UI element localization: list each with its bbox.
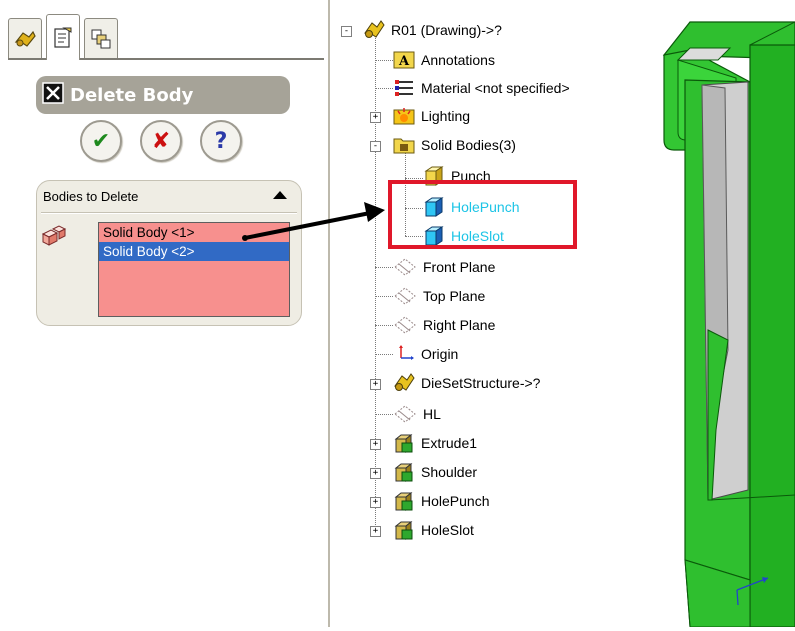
configuration-manager-icon (91, 29, 111, 48)
tree-item-top-plane[interactable]: Top Plane (393, 285, 485, 307)
manager-tabs (8, 14, 324, 60)
tree-item-holepunch-feature[interactable]: HolePunch (393, 490, 490, 512)
lighting-icon (393, 108, 415, 125)
tree-item-label: Material <not specified> (421, 80, 570, 96)
expand-button[interactable]: + (370, 497, 381, 508)
plane-icon (394, 316, 416, 334)
action-buttons: ✔ ✘ ? (80, 120, 260, 162)
annotations-icon: A (393, 51, 415, 69)
feature-manager-tree: - R01 (Drawing)->? A Annotations Materia… (335, 0, 655, 627)
tree-connector (375, 354, 393, 355)
expand-button[interactable]: + (370, 379, 381, 390)
tree-item-annotations[interactable]: A Annotations (393, 49, 495, 71)
delete-body-icon (42, 81, 64, 109)
tree-item-material[interactable]: Material <not specified> (393, 77, 570, 99)
list-item[interactable]: Solid Body <1> (99, 223, 289, 242)
tree-connector (375, 267, 393, 268)
tree-item-right-plane[interactable]: Right Plane (393, 314, 495, 336)
plane-icon (394, 405, 416, 423)
tree-item-label: Extrude1 (421, 435, 478, 451)
solid-bodies-icon (41, 224, 67, 252)
tree-item-label: HolePunch (421, 493, 490, 509)
close-icon: ✘ (151, 128, 171, 154)
material-icon (395, 80, 413, 96)
tree-item-hl[interactable]: HL (393, 403, 441, 425)
tree-connector (375, 88, 393, 89)
list-item[interactable]: Solid Body <2> (99, 242, 289, 261)
collapse-root-button[interactable]: - (341, 26, 352, 37)
tree-item-label: Lighting (421, 108, 471, 124)
plane-icon (394, 258, 416, 276)
model-view (662, 21, 795, 628)
collapse-button[interactable]: - (370, 141, 381, 152)
tree-connector (375, 30, 376, 537)
extrude-feature-icon (394, 462, 413, 483)
solid-bodies-folder-icon (393, 138, 415, 154)
plane-icon (394, 287, 416, 305)
tree-root[interactable]: R01 (Drawing)->? (363, 19, 502, 41)
group-title: Bodies to Delete (43, 189, 139, 204)
tree-connector (375, 325, 393, 326)
extrude-feature-icon (394, 491, 413, 512)
property-manager-panel: Delete Body ✔ ✘ ? Bodies to Delete Solid… (0, 0, 330, 627)
feature-manager-tab[interactable] (8, 18, 42, 58)
tree-item-label: R01 (Drawing)->? (391, 22, 502, 38)
expand-button[interactable]: + (370, 439, 381, 450)
part-icon (394, 373, 415, 391)
tree-item-diesetstructure[interactable]: DieSetStructure->? (393, 372, 540, 394)
svg-text:A: A (398, 54, 410, 69)
property-manager-tab[interactable] (46, 14, 80, 60)
graphics-area[interactable] (650, 0, 795, 628)
feature-manager-icon (14, 30, 36, 47)
tree-item-label: Solid Bodies(3) (421, 137, 516, 153)
extrude-feature-icon (394, 520, 413, 541)
cancel-button[interactable]: ✘ (140, 120, 182, 162)
extrude-feature-icon (394, 433, 413, 454)
part-icon (364, 20, 385, 38)
highlight-box (388, 180, 577, 249)
expand-button[interactable]: + (370, 526, 381, 537)
configuration-manager-tab[interactable] (84, 18, 118, 58)
property-manager-icon (54, 27, 72, 48)
tree-item-label: Annotations (421, 52, 495, 68)
ok-button[interactable]: ✔ (80, 120, 122, 162)
tree-item-holeslot-feature[interactable]: HoleSlot (393, 519, 474, 541)
tree-item-label: HL (423, 406, 441, 422)
tree-item-label: Top Plane (423, 288, 486, 304)
checkmark-icon: ✔ (91, 128, 111, 154)
tree-item-lighting[interactable]: Lighting (393, 105, 470, 127)
help-icon: ? (214, 128, 228, 154)
tree-item-solid-bodies[interactable]: Solid Bodies(3) (393, 134, 516, 156)
tree-connector (375, 414, 393, 415)
page-title: Delete Body (70, 84, 194, 106)
tree-item-label: Shoulder (421, 464, 478, 480)
group-divider (41, 212, 297, 214)
tree-connector (405, 178, 423, 179)
tree-item-label: Front Plane (423, 259, 496, 275)
tree-item-origin[interactable]: Origin (393, 343, 458, 365)
help-button[interactable]: ? (200, 120, 242, 162)
tree-item-label: DieSetStructure->? (421, 375, 541, 391)
tree-item-extrude1[interactable]: Extrude1 (393, 432, 477, 454)
tree-connector (375, 296, 393, 297)
tree-item-label: Right Plane (423, 317, 496, 333)
tree-item-label: HoleSlot (421, 522, 474, 538)
delete-body-header: Delete Body (36, 76, 290, 114)
bodies-to-delete-group: Bodies to Delete Solid Body <1> Solid Bo… (36, 180, 302, 326)
expand-button[interactable]: + (370, 112, 381, 123)
expand-button[interactable]: + (370, 468, 381, 479)
tree-item-label: Origin (421, 346, 459, 362)
collapse-arrow-icon[interactable] (273, 191, 287, 199)
tree-connector (375, 60, 393, 61)
origin-icon (399, 345, 414, 360)
bodies-selection-list[interactable]: Solid Body <1> Solid Body <2> (98, 222, 290, 317)
tree-item-front-plane[interactable]: Front Plane (393, 256, 495, 278)
tree-item-shoulder[interactable]: Shoulder (393, 461, 477, 483)
